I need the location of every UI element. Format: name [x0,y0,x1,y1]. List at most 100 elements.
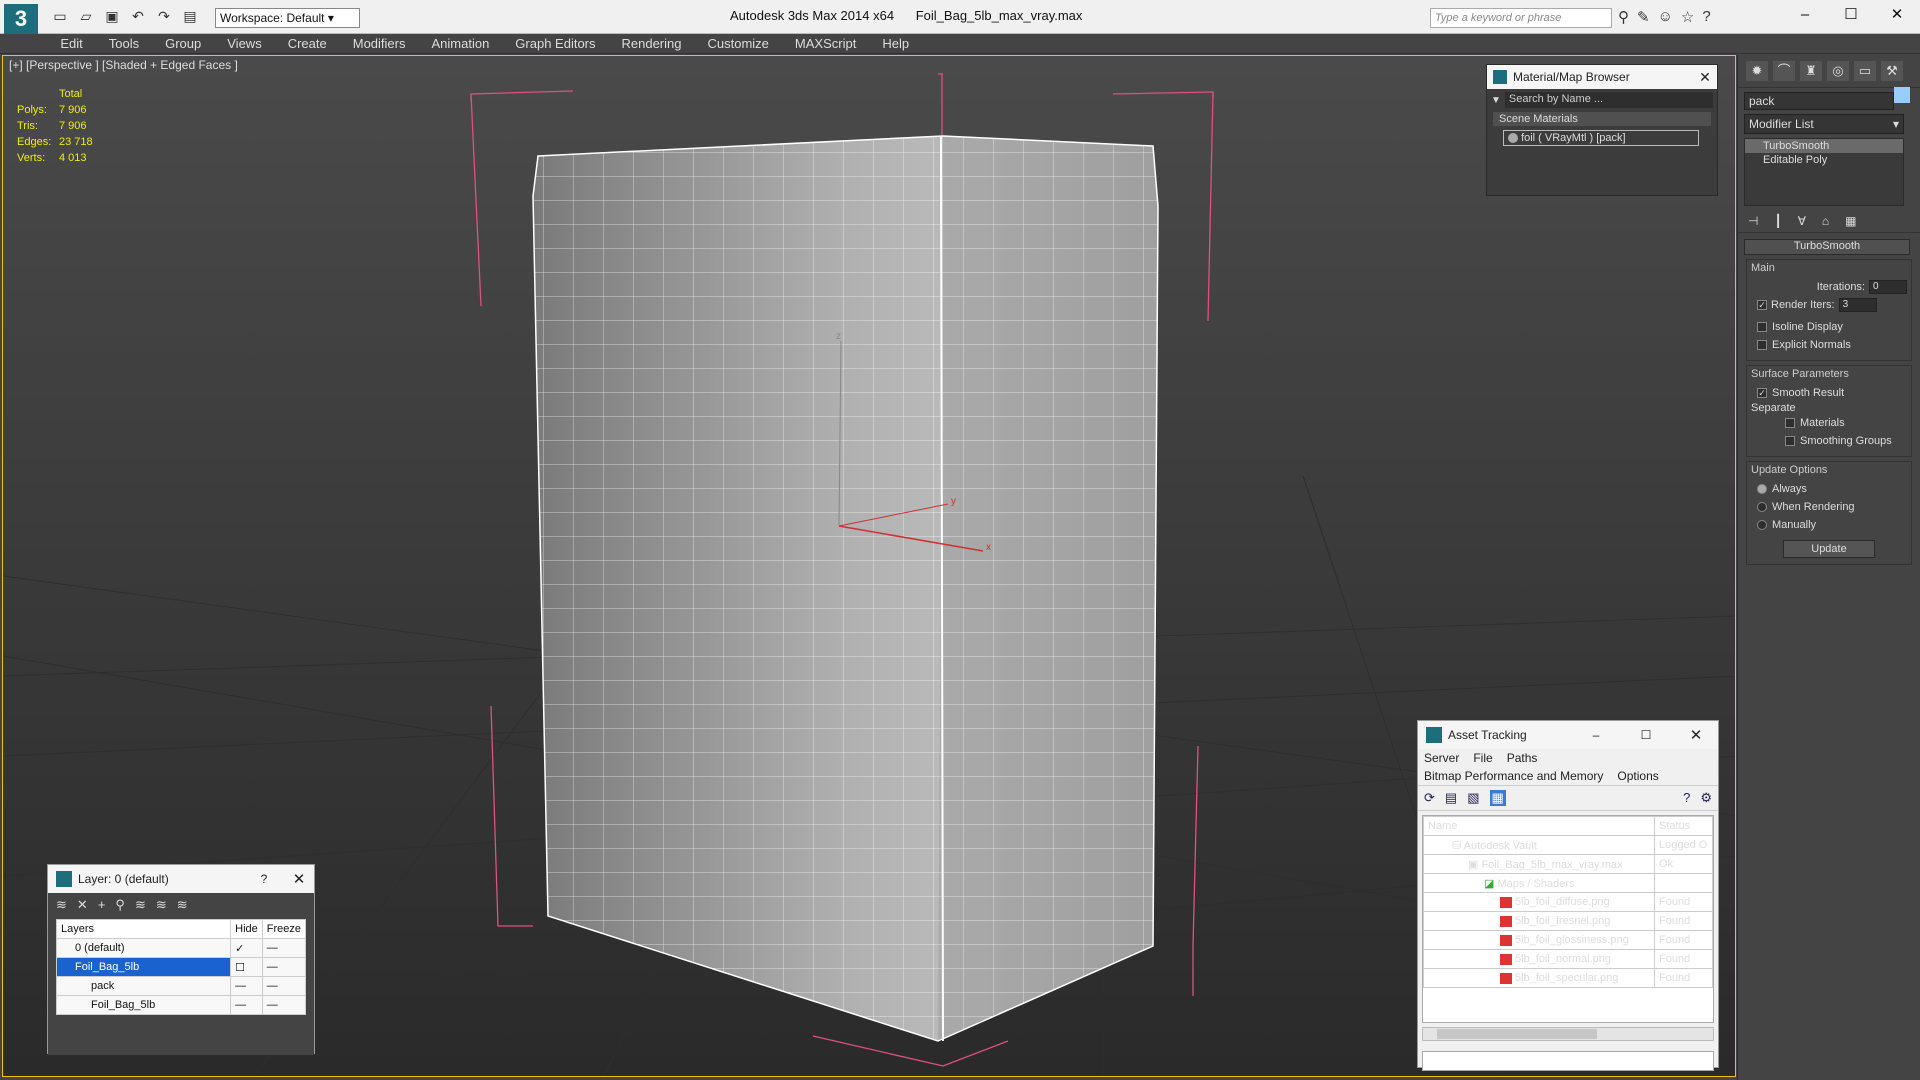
material-search-input[interactable]: Search by Name ... [1504,92,1713,108]
thumbnail-view-icon[interactable]: ▧ [1467,790,1479,806]
menu-animation[interactable]: Animation [418,34,502,53]
display-tab-icon[interactable]: ▭ [1854,61,1876,81]
close-icon[interactable]: ✕ [1874,0,1920,30]
delete-layer-icon[interactable]: ✕ [77,897,88,913]
layer-row[interactable]: Foil_Bag_5lb ☐ — [55,957,307,977]
layer-freeze-toggle[interactable]: — [261,938,307,958]
layers-column-header[interactable]: Layers [55,919,232,939]
show-end-result-icon[interactable]: ┃ [1774,214,1781,228]
menu-bitmap-performance[interactable]: Bitmap Performance and Memory [1424,769,1603,783]
app-logo-icon[interactable]: 3 [4,4,38,34]
close-icon[interactable]: ✕ [1674,726,1718,744]
pin-stack-icon[interactable]: ⊣ [1748,214,1758,228]
redo-icon[interactable]: ↷ [154,8,174,26]
layer-freeze-toggle[interactable]: — [261,957,307,977]
menu-maxscript[interactable]: MAXScript [782,34,869,53]
modifier-list-dropdown[interactable]: Modifier List ▾ [1744,114,1904,134]
help-button[interactable]: ? [250,872,278,886]
minimize-icon[interactable]: – [1782,0,1828,30]
asset-path-field[interactable] [1422,1051,1714,1071]
dropdown-arrow-icon[interactable]: ▼ [1491,95,1501,106]
list-view-icon[interactable]: ▤ [1445,790,1457,806]
smooth-result-checkbox[interactable]: ✓ [1757,388,1767,398]
tools-icon[interactable]: ✎ [1637,8,1650,26]
stack-item-editable-poly[interactable]: Editable Poly [1745,153,1903,167]
create-layer-icon[interactable]: ≋ [56,897,67,913]
menu-help[interactable]: Help [869,34,922,53]
menu-graph-editors[interactable]: Graph Editors [502,34,608,53]
layer-hide-toggle[interactable]: ✓ [230,938,263,958]
hide-all-icon[interactable]: ≋ [156,897,167,913]
select-objects-icon[interactable]: ⚲ [115,897,125,913]
layer-hide-toggle[interactable]: ☐ [230,957,263,977]
scene-materials-section[interactable]: Scene Materials [1493,112,1711,126]
user-icon[interactable]: ☺ [1658,8,1673,26]
asset-row[interactable]: 5lb_foil_fresnel.png Found [1423,911,1713,931]
render-iters-spinner[interactable]: 3 [1838,298,1877,312]
help-icon[interactable]: ? [1683,790,1690,806]
utilities-tab-icon[interactable]: ⚒ [1881,61,1903,81]
create-tab-icon[interactable]: ✹ [1746,61,1768,81]
when-rendering-radio[interactable] [1757,502,1767,512]
menu-paths[interactable]: Paths [1507,751,1538,765]
name-column-header[interactable]: Name [1423,816,1655,836]
material-item[interactable]: foil ( VRayMtl ) [pack] [1503,130,1699,146]
menu-group[interactable]: Group [152,34,214,53]
refresh-icon[interactable]: ⟳ [1424,790,1435,806]
freeze-column-header[interactable]: Freeze [261,919,307,939]
new-file-icon[interactable]: ▭ [50,8,70,26]
star-icon[interactable]: ☆ [1681,8,1694,26]
close-icon[interactable]: ✕ [1693,69,1717,86]
add-to-layer-icon[interactable]: + [98,897,106,913]
iterations-spinner[interactable]: 0 [1869,280,1907,294]
object-name-field[interactable]: pack [1744,92,1894,110]
layer-freeze-toggle[interactable]: — [261,995,307,1015]
asset-row[interactable]: 5lb_foil_diffuse.png Found [1423,892,1713,912]
highlight-layer-icon[interactable]: ≋ [135,897,146,913]
menu-options[interactable]: Options [1617,769,1658,783]
asset-row[interactable]: 5lb_foil_glossiness.png Found [1423,930,1713,950]
layer-row[interactable]: 0 (default) ✓ — [55,938,307,958]
keyword-search-input[interactable]: Type a keyword or phrase [1430,8,1612,28]
open-file-icon[interactable]: ▱ [76,8,96,26]
menu-tools[interactable]: Tools [96,34,152,53]
object-color-swatch[interactable] [1894,87,1910,103]
table-view-icon[interactable]: ▦ [1489,790,1506,806]
scrollbar-thumb[interactable] [1437,1029,1597,1039]
menu-customize[interactable]: Customize [695,34,782,53]
render-iters-checkbox[interactable]: ✓ [1757,300,1767,310]
asset-horizontal-scrollbar[interactable] [1422,1027,1714,1041]
settings-icon[interactable]: ⚙ [1700,790,1712,806]
menu-server[interactable]: Server [1424,751,1459,765]
asset-row[interactable]: ◪ Maps / Shaders [1423,873,1713,893]
always-radio[interactable] [1757,484,1767,494]
save-icon[interactable]: ▣ [102,8,122,26]
layer-row[interactable]: Foil_Bag_5lb — — [55,995,307,1015]
smoothing-groups-checkbox[interactable] [1785,436,1795,446]
manually-radio[interactable] [1757,520,1767,530]
asset-row[interactable]: 5lb_foil_normal.png Found [1423,949,1713,969]
modify-tab-icon[interactable]: ⌒ [1773,61,1795,81]
binoculars-icon[interactable]: ⚲ [1618,8,1629,26]
freeze-all-icon[interactable]: ≋ [177,897,188,913]
menu-create[interactable]: Create [275,34,340,53]
project-folder-icon[interactable]: ▤ [180,8,200,26]
hide-column-header[interactable]: Hide [230,919,263,939]
layer-hide-toggle[interactable]: — [230,995,263,1015]
motion-tab-icon[interactable]: ◎ [1827,61,1849,81]
minimize-icon[interactable]: – [1574,728,1618,742]
materials-checkbox[interactable] [1785,418,1795,428]
asset-row[interactable]: 5lb_foil_specular.png Found [1423,968,1713,988]
undo-icon[interactable]: ↶ [128,8,148,26]
menu-edit[interactable]: Edit [47,34,95,53]
asset-row[interactable]: ⛁ Autodesk Vault Logged O [1423,835,1713,855]
configure-sets-icon[interactable]: ▦ [1845,214,1856,228]
menu-rendering[interactable]: Rendering [609,34,695,53]
status-column-header[interactable]: Status [1654,816,1713,836]
maximize-icon[interactable]: ☐ [1828,0,1874,30]
make-unique-icon[interactable]: ∀ [1798,214,1806,228]
update-button[interactable]: Update [1783,540,1875,558]
close-icon[interactable]: ✕ [284,870,314,888]
workspace-dropdown[interactable]: Workspace: Default ▾ [215,8,360,28]
isoline-checkbox[interactable] [1757,322,1767,332]
